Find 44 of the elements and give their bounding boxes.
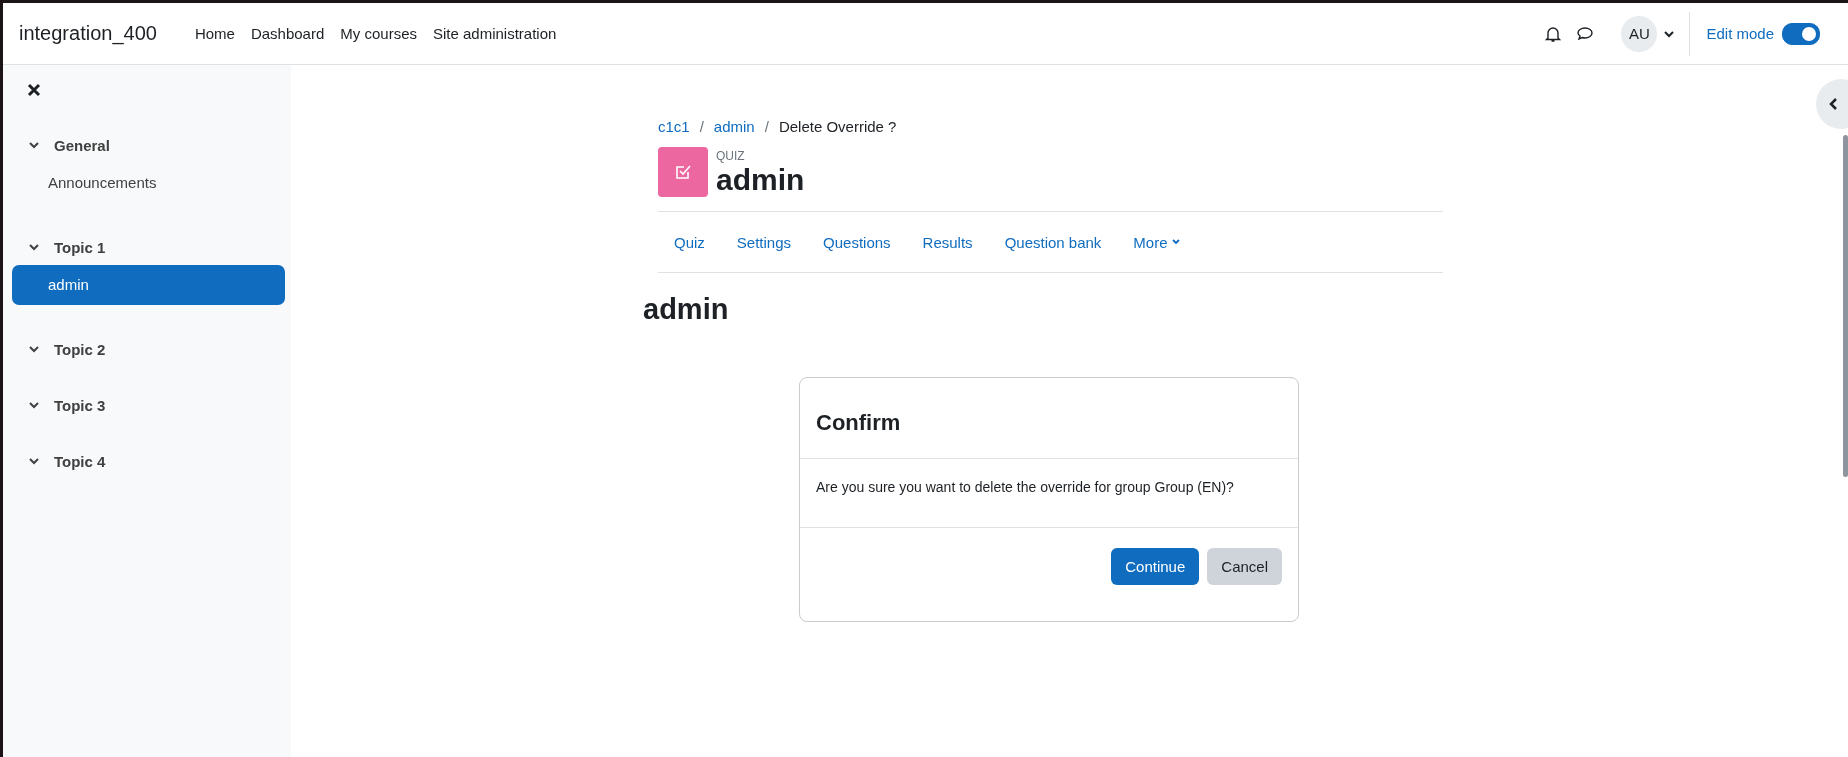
edit-mode-switch[interactable]	[1782, 22, 1820, 45]
breadcrumb-link[interactable]: admin	[713, 118, 755, 135]
nav-tab[interactable]: Questions	[823, 233, 891, 251]
dialog-message: Are you sure you want to delete the override for group Group (EN)?	[800, 459, 1298, 528]
user-avatar[interactable]: AU	[1621, 15, 1658, 52]
quiz-icon	[658, 147, 708, 197]
current-page-title: Delete Override ?	[778, 118, 897, 135]
sidebar-item[interactable]: Announcements	[12, 163, 285, 203]
chevron-icon[interactable]	[28, 241, 40, 253]
chevron-icon[interactable]	[28, 455, 40, 467]
activity-type: QUIZ	[716, 148, 746, 163]
nav-tab[interactable]: Quiz	[674, 233, 705, 251]
scrollbar[interactable]	[1843, 135, 1848, 477]
section-title[interactable]: Topic 3	[54, 396, 106, 414]
sidebar-item[interactable]: admin	[12, 265, 285, 305]
nav-link[interactable]: Site administration	[425, 25, 565, 42]
chevron-left-icon	[1828, 97, 1838, 111]
nav-tab[interactable]: Results	[922, 233, 973, 251]
breadcrumb-separator: /	[764, 118, 769, 135]
edit-mode-label: Edit mode	[1706, 25, 1774, 42]
nav-tab[interactable]: Settings	[736, 233, 792, 251]
dialog-title: Confirm	[800, 378, 1298, 459]
close-icon[interactable]	[27, 83, 41, 97]
breadcrumb-separator: /	[699, 118, 704, 135]
breadcrumb-link[interactable]: c1c1	[658, 118, 690, 135]
section-title[interactable]: Topic 4	[54, 452, 106, 470]
nav-link[interactable]: Dashboard	[242, 25, 333, 42]
section-title[interactable]: Topic 2	[54, 340, 106, 358]
site-name[interactable]: integration_400	[19, 22, 157, 45]
chevron-icon[interactable]	[28, 139, 40, 151]
bell-icon[interactable]	[1544, 24, 1563, 43]
section-title[interactable]: General	[54, 136, 110, 154]
nav-tab[interactable]: Question bank	[1004, 233, 1102, 251]
cancel-button[interactable]: Cancel	[1207, 548, 1282, 585]
chevron-icon[interactable]	[28, 343, 40, 355]
page-heading: admin	[643, 293, 730, 326]
nav-link[interactable]: My courses	[332, 25, 425, 42]
nav-tab[interactable]: More	[1133, 233, 1181, 251]
activity-title: admin	[716, 162, 805, 196]
chevron-icon[interactable]	[28, 399, 40, 411]
chat-bubble-icon[interactable]	[1576, 24, 1595, 43]
continue-button[interactable]: Continue	[1111, 548, 1200, 585]
nav-link[interactable]: Home	[186, 25, 243, 42]
section-title[interactable]: Topic 1	[54, 238, 106, 256]
